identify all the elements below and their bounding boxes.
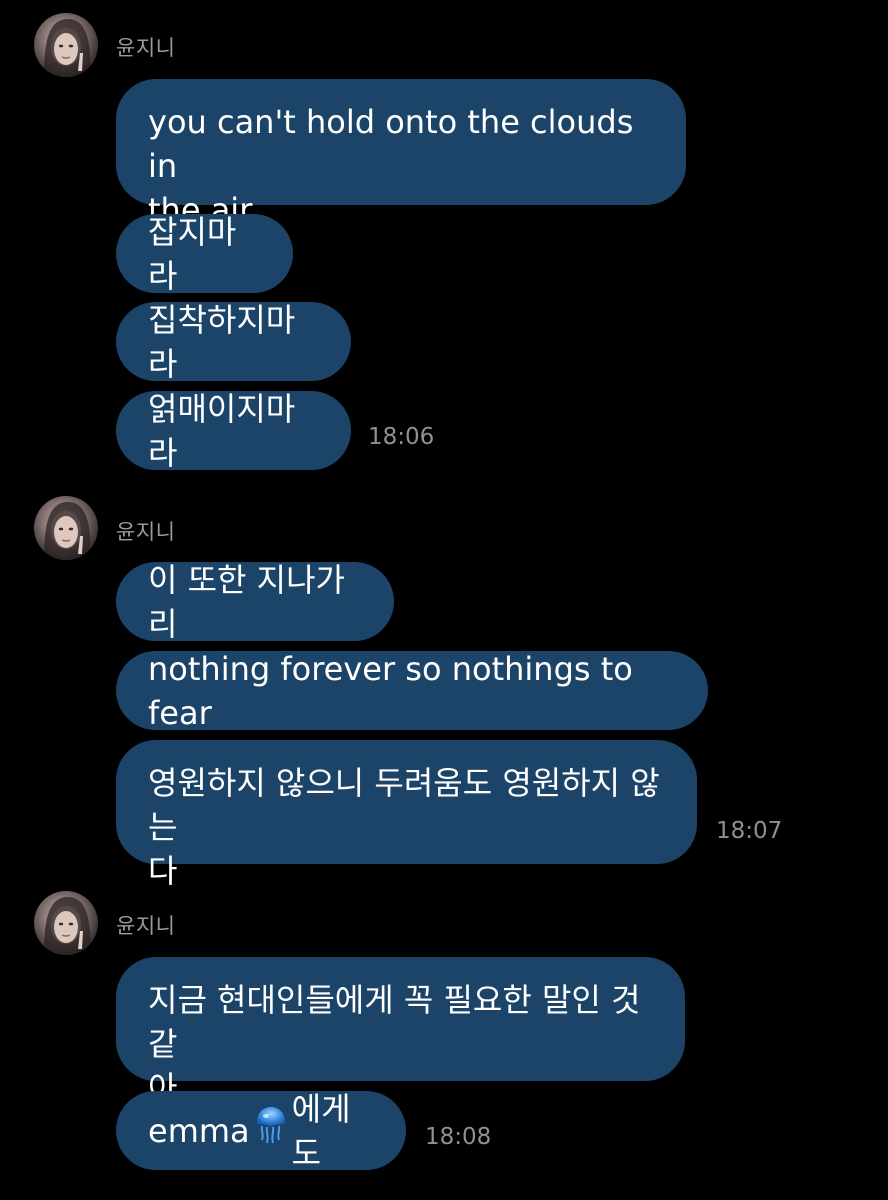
message-bubble[interactable]: 지금 현대인들에게 꼭 필요한 말인 것 같 아 <box>116 957 685 1107</box>
message-bubble[interactable]: 집착하지마라 <box>116 301 351 383</box>
avatar[interactable] <box>34 891 98 955</box>
jellyfish-icon <box>254 1105 288 1156</box>
message-bubble[interactable]: 잡지마라 <box>116 213 293 295</box>
message-bubble[interactable]: nothing forever so nothings to fear <box>116 650 708 732</box>
message-text: 집착하지마라 <box>148 300 296 383</box>
avatar[interactable] <box>34 13 98 77</box>
message-text: emma <box>148 1111 250 1150</box>
message-timestamp: 18:07 <box>716 818 783 844</box>
message-text: 얽매이지마라 <box>148 389 296 472</box>
message-bubble[interactable]: 얽매이지마라 <box>116 390 351 472</box>
message-text: nothing forever so nothings to fear <box>148 649 644 732</box>
sender-name: 윤지니 <box>116 520 176 544</box>
message-timestamp: 18:06 <box>368 424 435 450</box>
message-bubble[interactable]: 이 또한 지나가리 <box>116 561 394 643</box>
message-bubble[interactable]: 영원하지 않으니 두려움도 영원하지 않는 다 <box>116 740 697 890</box>
sender-name: 윤지니 <box>116 36 176 60</box>
message-timestamp: 18:08 <box>425 1124 492 1150</box>
message-text: 에게도 <box>291 1089 351 1172</box>
avatar[interactable] <box>34 496 98 560</box>
message-bubble[interactable]: emma 에게도 <box>116 1090 406 1172</box>
message-text: 이 또한 지나가리 <box>148 560 345 643</box>
message-text: 영원하지 않으니 두려움도 영원하지 않는 다 <box>148 764 660 890</box>
message-text: 잡지마라 <box>148 212 237 295</box>
message-bubble[interactable]: you can't hold onto the clouds in the ai… <box>116 79 686 229</box>
sender-name: 윤지니 <box>116 914 176 938</box>
